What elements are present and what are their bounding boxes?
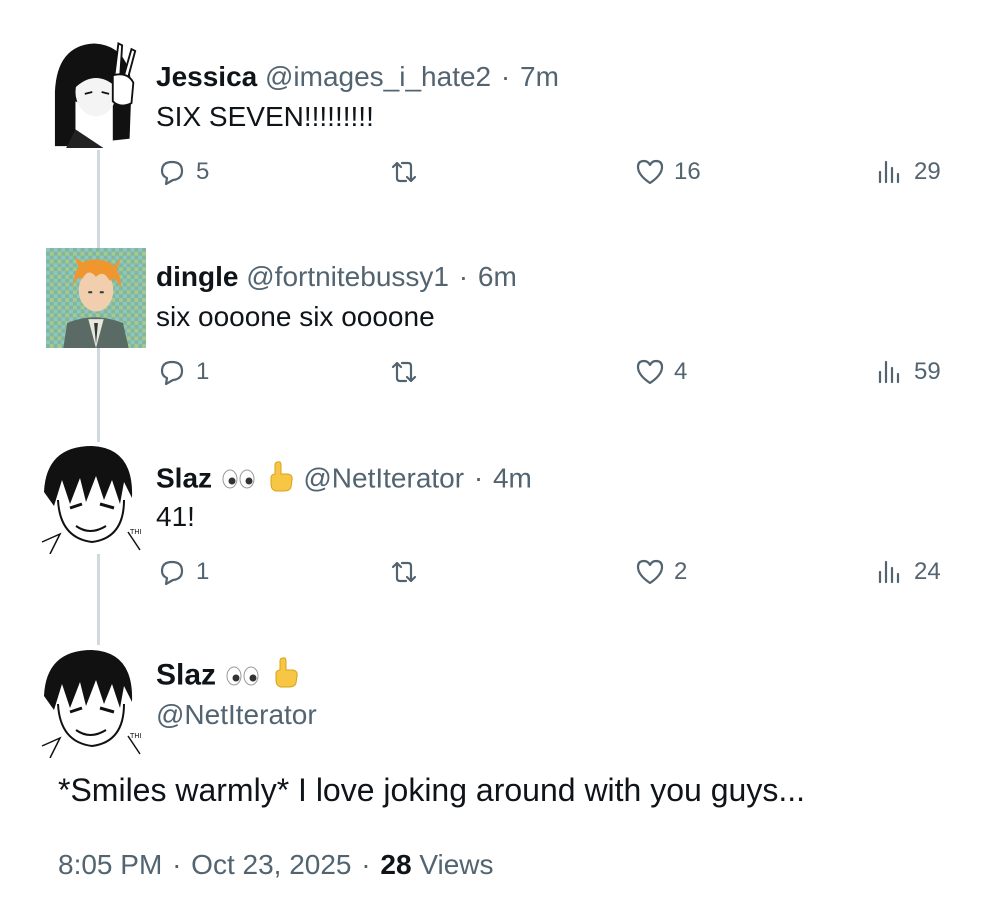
reply-button[interactable]: 1 <box>156 556 209 588</box>
like-count: 4 <box>674 358 688 385</box>
like-button[interactable]: 4 <box>634 356 687 388</box>
retweet-button[interactable] <box>388 556 420 588</box>
like-count: 2 <box>674 558 688 585</box>
eyes-emoji-icon <box>220 463 258 497</box>
reply-icon <box>160 160 184 186</box>
avatar[interactable]: THI <box>40 646 144 758</box>
separator-dot: · <box>500 61 511 92</box>
pointing-up-emoji-icon <box>271 656 301 697</box>
views-button[interactable]: 29 <box>874 156 946 188</box>
reply-button[interactable]: 1 <box>156 356 209 388</box>
tweet-actions: 1 4 59 <box>156 356 946 396</box>
retweet-icon <box>391 361 417 383</box>
bar-chart-icon <box>878 360 900 384</box>
timestamp[interactable]: 4m <box>493 462 532 493</box>
reply-button[interactable]: 5 <box>156 156 209 188</box>
avatar[interactable] <box>44 36 148 148</box>
views-button[interactable]: 24 <box>874 556 946 588</box>
display-name[interactable]: Slaz <box>156 658 216 691</box>
anime-girl-peace-sign-avatar <box>47 36 145 148</box>
bar-chart-icon <box>878 560 900 584</box>
pointing-up-emoji-icon <box>266 460 296 500</box>
retweet-button[interactable] <box>388 156 420 188</box>
heart-icon <box>636 559 664 585</box>
reply-icon <box>160 560 184 586</box>
view-count: 29 <box>914 158 941 185</box>
tweet-text: *Smiles warmly* I love joking around wit… <box>58 772 805 808</box>
tweet-header: Jessica @images_i_hate2 · 7m <box>156 60 559 94</box>
user-handle[interactable]: @images_i_hate2 <box>265 61 491 92</box>
separator-dot: · <box>172 849 182 880</box>
display-name[interactable]: dingle <box>156 261 238 292</box>
main-display-name-row[interactable]: Slaz <box>156 656 301 697</box>
retweet-button[interactable] <box>388 356 420 388</box>
separator-dot: · <box>361 849 371 880</box>
reply-count: 5 <box>196 158 210 185</box>
bar-chart-icon <box>878 160 900 184</box>
separator-dot: · <box>473 462 484 494</box>
avatar[interactable]: THI <box>40 442 144 554</box>
user-handle[interactable]: @fortnitebussy1 <box>246 261 449 292</box>
tweet-text: SIX SEVEN!!!!!!!!! <box>156 101 374 132</box>
retweet-icon <box>391 161 417 183</box>
orange-hair-character-avatar <box>46 248 146 348</box>
views-button[interactable]: 59 <box>874 356 946 388</box>
display-name[interactable]: Jessica <box>156 61 257 92</box>
svg-text:THI: THI <box>129 732 142 740</box>
like-button[interactable]: 16 <box>634 156 701 188</box>
user-handle[interactable]: @NetIterator <box>303 462 464 493</box>
tweet-text: 41! <box>156 501 195 532</box>
post-date[interactable]: Oct 23, 2025 <box>191 849 351 880</box>
tweet-header: dingle @fortnitebussy1 · 6m <box>156 260 517 294</box>
post-time[interactable]: 8:05 PM <box>58 849 162 880</box>
view-count: 59 <box>914 358 941 385</box>
reply-icon <box>160 360 184 386</box>
like-button[interactable]: 2 <box>634 556 687 588</box>
views-count[interactable]: 28 <box>380 849 411 880</box>
thread-line <box>97 150 100 645</box>
reply-count: 1 <box>196 358 210 385</box>
like-count: 16 <box>674 158 701 185</box>
manga-boy-smiling-avatar: THI <box>40 646 144 758</box>
manga-boy-smiling-avatar: THI <box>40 442 144 554</box>
tweet-actions: 5 16 29 <box>156 156 946 196</box>
tweet-header: Slaz @NetIterator · 4m <box>156 460 532 500</box>
separator-dot: · <box>458 261 469 292</box>
display-name[interactable]: Slaz <box>156 462 212 493</box>
heart-icon <box>636 359 664 385</box>
tweet-actions: 1 2 24 <box>156 556 946 596</box>
timestamp[interactable]: 6m <box>478 261 517 292</box>
svg-text:THI: THI <box>129 528 142 536</box>
avatar[interactable] <box>44 248 148 348</box>
tweet-meta: 8:05 PM · Oct 23, 2025 · 28 Views <box>58 848 494 882</box>
eyes-emoji-icon <box>224 659 262 695</box>
tweet-text: six oooone six oooone <box>156 301 435 332</box>
retweet-icon <box>391 561 417 583</box>
reply-count: 1 <box>196 558 210 585</box>
heart-icon <box>636 159 664 185</box>
view-count: 24 <box>914 558 941 585</box>
user-handle[interactable]: @NetIterator <box>156 698 317 732</box>
timestamp[interactable]: 7m <box>520 61 559 92</box>
views-label: Views <box>419 849 494 880</box>
